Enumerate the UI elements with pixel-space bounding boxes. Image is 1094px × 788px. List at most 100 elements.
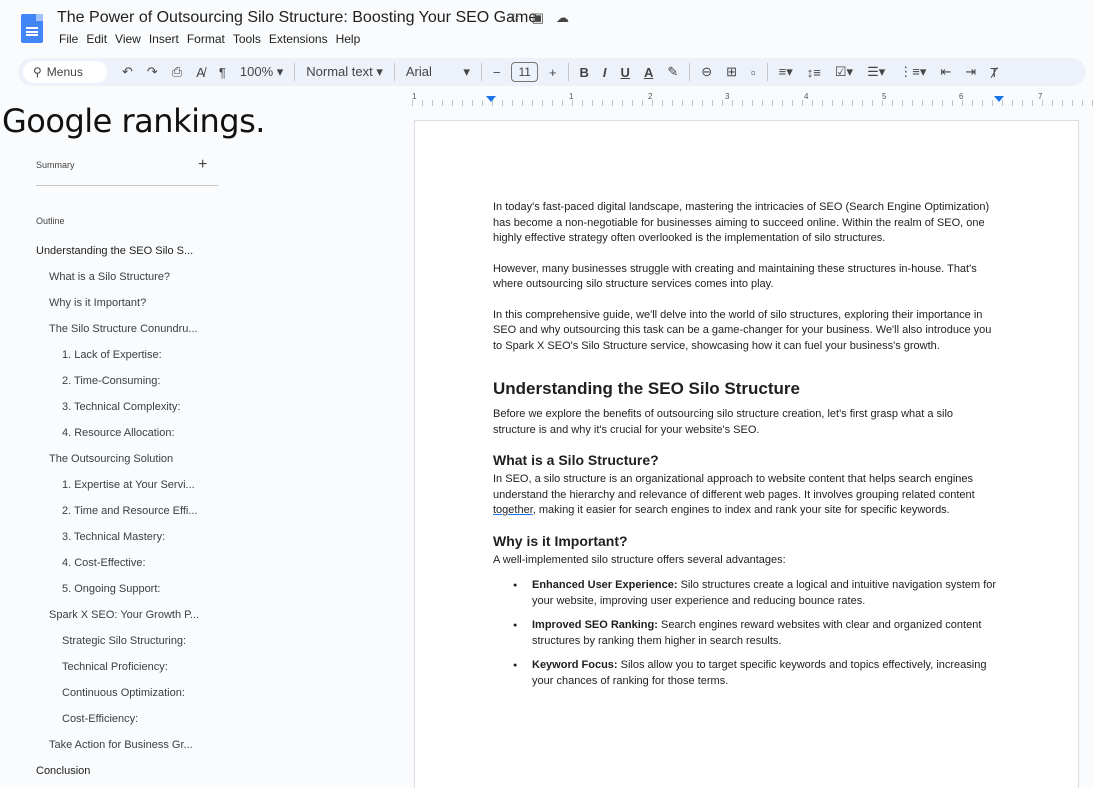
font-select[interactable]: Arial ▾ [399, 64, 477, 80]
text-run: , making it easier for search engines to… [532, 504, 950, 516]
decrease-font-button[interactable]: − [486, 65, 508, 80]
zoom-select[interactable]: 100% ▾ [233, 64, 290, 80]
highlight-icon[interactable]: ✎ [660, 64, 685, 80]
spellcheck-icon[interactable]: A̸ [189, 65, 212, 80]
menu-view[interactable]: View [111, 32, 145, 46]
list-item: Enhanced User Experience: Silo structure… [493, 578, 998, 609]
outline-item[interactable]: Strategic Silo Structuring: [0, 631, 250, 657]
line-spacing-icon[interactable]: ↕≡ [800, 65, 828, 80]
outline-item[interactable]: Spark X SEO: Your Growth P... [0, 605, 250, 631]
font-size-input[interactable]: 11 [511, 62, 538, 82]
title-actions: ☆ ▣ ☁ [508, 10, 569, 26]
outline-item[interactable]: 4. Resource Allocation: [0, 423, 250, 449]
print-icon[interactable]: ⎙ [165, 64, 189, 80]
link-icon[interactable]: ⊖ [694, 64, 719, 80]
menu-bar: File Edit View Insert Format Tools Exten… [55, 32, 364, 46]
list-item: Improved SEO Ranking: Search engines rew… [493, 618, 998, 649]
heading-why-important: Why is it Important? [493, 532, 628, 549]
right-indent-marker[interactable] [994, 96, 1004, 102]
list-item: Keyword Focus: Silos allow you to target… [493, 658, 998, 689]
bullet-list-icon[interactable]: ☰▾ [860, 64, 892, 80]
paint-format-icon[interactable]: ¶ [212, 65, 233, 80]
outline-item[interactable]: Why is it Important? [0, 293, 250, 319]
image-icon[interactable]: ▫ [744, 65, 763, 80]
toolbar: ⚲ Menus ↶ ↷ ⎙ A̸ ¶ 100% ▾ Normal text ▾ … [18, 58, 1086, 86]
ruler-number: 5 [882, 92, 887, 101]
bullet-title: Improved SEO Ranking: [532, 619, 658, 631]
ruler-number: 4 [804, 92, 809, 101]
paragraph: Before we explore the benefits of outsou… [493, 408, 954, 436]
outline-item[interactable]: 2. Time and Resource Effi... [0, 501, 250, 527]
separator [480, 63, 482, 81]
undo-icon[interactable]: ↶ [115, 64, 140, 80]
outline-item[interactable]: 1. Lack of Expertise: [0, 345, 250, 371]
ruler[interactable]: 1 1 2 3 4 5 6 7 [412, 92, 1094, 108]
menu-edit[interactable]: Edit [82, 32, 111, 46]
style-select[interactable]: Normal text ▾ [299, 64, 390, 80]
menu-help[interactable]: Help [332, 32, 365, 46]
outline-item[interactable]: Understanding the SEO Silo S... [0, 241, 250, 267]
cloud-status-icon[interactable]: ☁ [556, 10, 569, 26]
outline-item[interactable]: Technical Proficiency: [0, 657, 250, 683]
document-body[interactable]: In today's fast-paced digital landscape,… [493, 200, 998, 698]
outline-item[interactable]: 3. Technical Mastery: [0, 527, 250, 553]
bullet-list: Enhanced User Experience: Silo structure… [493, 578, 998, 689]
outline-item[interactable]: 2. Time-Consuming: [0, 371, 250, 397]
menu-search-label: Menus [46, 65, 83, 79]
increase-font-button[interactable]: + [542, 65, 564, 80]
increase-indent-icon[interactable]: ⇥ [958, 64, 983, 80]
bold-button[interactable]: B [573, 65, 596, 80]
outline-item[interactable]: 3. Technical Complexity: [0, 397, 250, 423]
comment-icon[interactable]: ⊞ [719, 64, 744, 80]
outline-item[interactable]: Cost-Efficiency: [0, 709, 250, 735]
add-summary-button[interactable]: + [198, 156, 207, 174]
move-folder-icon[interactable]: ▣ [532, 10, 544, 26]
ruler-number: 1 [569, 92, 574, 101]
menu-format[interactable]: Format [183, 32, 229, 46]
search-icon: ⚲ [33, 65, 42, 79]
menu-tools[interactable]: Tools [229, 32, 265, 46]
separator [689, 63, 691, 81]
bullet-title: Keyword Focus: [532, 659, 618, 671]
summary-heading: Summary [36, 160, 75, 170]
separator [766, 63, 768, 81]
outline-item[interactable]: Take Action for Business Gr... [0, 735, 250, 761]
document-title[interactable]: The Power of Outsourcing Silo Structure:… [57, 9, 537, 27]
outline-item[interactable]: The Silo Structure Conundru... [0, 319, 250, 345]
underline-button[interactable]: U [614, 65, 637, 80]
separator [393, 63, 395, 81]
paragraph: A well-implemented silo structure offers… [493, 553, 786, 566]
paragraph: However, many businesses struggle with c… [493, 262, 977, 291]
menu-extensions[interactable]: Extensions [265, 32, 332, 46]
outline-item[interactable]: The Outsourcing Solution [0, 449, 250, 475]
menu-search[interactable]: ⚲ Menus [23, 61, 107, 83]
bullet-title: Enhanced User Experience: [532, 579, 678, 591]
outline-item[interactable]: 5. Ongoing Support: [0, 579, 250, 605]
document-page[interactable]: In today's fast-paced digital landscape,… [414, 120, 1079, 788]
numbered-list-icon[interactable]: ⋮≡▾ [892, 64, 933, 80]
docs-logo-icon[interactable] [21, 14, 43, 43]
align-icon[interactable]: ≡▾ [772, 64, 800, 80]
outline-item[interactable]: 4. Cost-Effective: [0, 553, 250, 579]
checklist-icon[interactable]: ☑▾ [828, 64, 860, 80]
outline-item[interactable]: Continuous Optimization: [0, 683, 250, 709]
italic-button[interactable]: I [596, 65, 614, 80]
left-indent-marker[interactable] [486, 96, 496, 102]
text-color-button[interactable]: A [637, 65, 660, 80]
text-run: In SEO, a silo structure is an organizat… [493, 473, 975, 501]
outline-item[interactable]: Conclusion [0, 761, 250, 787]
ruler-number: 2 [648, 92, 653, 101]
star-icon[interactable]: ☆ [508, 10, 520, 26]
spellcheck-underlined-word[interactable]: together [493, 504, 533, 516]
ruler-number: 1 [412, 92, 417, 101]
redo-icon[interactable]: ↷ [140, 64, 165, 80]
menu-file[interactable]: File [55, 32, 82, 46]
overlay-text: Google rankings. [2, 102, 265, 140]
outline-item[interactable]: What is a Silo Structure? [0, 267, 250, 293]
menu-insert[interactable]: Insert [145, 32, 183, 46]
outline-item[interactable]: 1. Expertise at Your Servi... [0, 475, 250, 501]
clear-formatting-icon[interactable]: Ⱦ [983, 65, 1005, 80]
divider [36, 185, 218, 186]
decrease-indent-icon[interactable]: ⇤ [933, 64, 958, 80]
paragraph: In today's fast-paced digital landscape,… [493, 201, 990, 244]
